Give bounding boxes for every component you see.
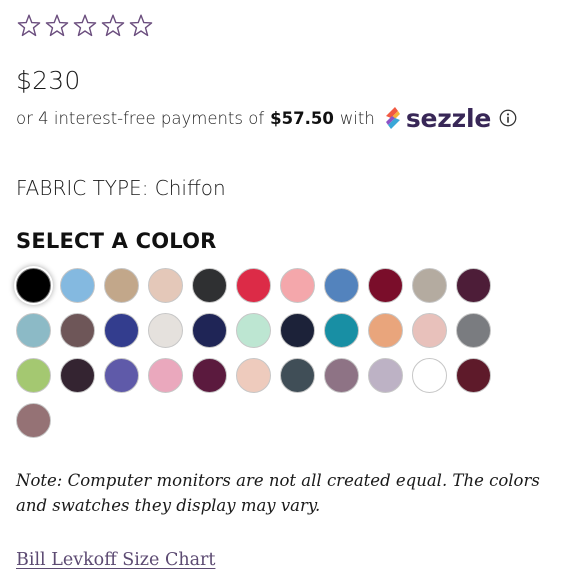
color-swatch[interactable] <box>192 268 227 303</box>
color-disclaimer-note: Note: Computer monitors are not all crea… <box>16 471 540 515</box>
installment-with: with <box>339 108 375 128</box>
size-chart-link[interactable]: Bill Levkoff Size Chart <box>16 550 215 570</box>
star-outline-icon[interactable] <box>100 13 126 39</box>
color-swatch[interactable] <box>324 358 359 393</box>
color-swatch[interactable] <box>16 313 51 348</box>
info-circle-icon[interactable] <box>499 109 517 127</box>
color-swatch[interactable] <box>368 268 403 303</box>
installment-amount: $57.50 <box>270 108 334 128</box>
color-swatch-grid <box>16 268 526 438</box>
sezzle-mark-icon <box>385 107 400 129</box>
color-swatch[interactable] <box>324 268 359 303</box>
star-outline-icon[interactable] <box>16 13 42 39</box>
color-swatch[interactable] <box>412 268 447 303</box>
color-swatch[interactable] <box>456 268 491 303</box>
color-swatch[interactable] <box>368 313 403 348</box>
color-swatch[interactable] <box>192 358 227 393</box>
sezzle-logo: sezzle <box>382 104 491 133</box>
color-swatch[interactable] <box>60 358 95 393</box>
color-swatch[interactable] <box>236 358 271 393</box>
color-swatch[interactable] <box>16 268 51 303</box>
color-swatch[interactable] <box>148 358 183 393</box>
star-outline-icon[interactable] <box>44 13 70 39</box>
select-color-heading: SELECT A COLOR <box>16 229 217 253</box>
color-swatch[interactable] <box>456 313 491 348</box>
color-swatch[interactable] <box>412 313 447 348</box>
color-swatch[interactable] <box>148 268 183 303</box>
color-swatch[interactable] <box>456 358 491 393</box>
color-swatch[interactable] <box>60 313 95 348</box>
installment-offer: or 4 interest-free payments of $57.50 wi… <box>16 104 517 133</box>
color-swatch[interactable] <box>104 268 139 303</box>
product-price: $230 <box>16 66 81 95</box>
product-options-panel: $230 or 4 interest-free payments of $57.… <box>0 0 580 580</box>
color-swatch[interactable] <box>16 403 51 438</box>
sezzle-wordmark: sezzle <box>405 103 492 133</box>
star-rating[interactable] <box>16 13 154 39</box>
color-swatch[interactable] <box>60 268 95 303</box>
color-swatch[interactable] <box>280 358 315 393</box>
installment-prefix: or 4 interest-free payments of <box>16 108 265 128</box>
color-swatch[interactable] <box>192 313 227 348</box>
color-swatch[interactable] <box>236 313 271 348</box>
star-outline-icon[interactable] <box>128 13 154 39</box>
color-swatch[interactable] <box>368 358 403 393</box>
color-swatch[interactable] <box>280 268 315 303</box>
color-swatch[interactable] <box>104 358 139 393</box>
fabric-type: FABRIC TYPE: Chiffon <box>16 176 226 200</box>
color-swatch[interactable] <box>324 313 359 348</box>
color-swatch[interactable] <box>280 313 315 348</box>
color-swatch[interactable] <box>104 313 139 348</box>
color-swatch[interactable] <box>16 358 51 393</box>
star-outline-icon[interactable] <box>72 13 98 39</box>
color-swatch[interactable] <box>412 358 447 393</box>
color-swatch[interactable] <box>236 268 271 303</box>
color-swatch[interactable] <box>148 313 183 348</box>
